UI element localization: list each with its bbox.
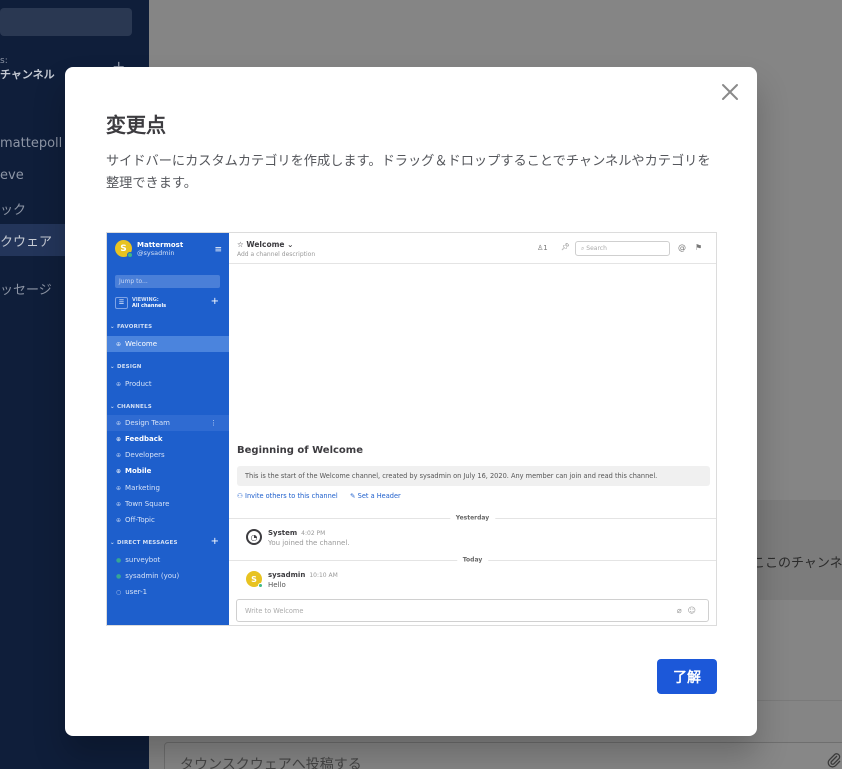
background-sidebar-item-active: クウェア: [0, 235, 53, 250]
preview-section-design: ⌄ DESIGN: [110, 364, 142, 370]
pin-icon: 📌︎: [561, 243, 570, 251]
preview-set-header-link: ✎ Set a Header: [350, 492, 401, 500]
preview-date-separator: Today: [229, 556, 716, 564]
add-member-icon: ⚇: [237, 492, 243, 500]
preview-composer: Write to Welcome ⌀☺: [236, 599, 709, 622]
filter-icon: ☰: [115, 297, 128, 309]
preview-invite-link: ⚇ Invite others to this channel: [237, 492, 338, 500]
preview-viewing: ☰ VIEWING: All channels: [115, 297, 166, 309]
background-sidebar-item: ック: [0, 203, 27, 218]
system-avatar-icon: ◔: [246, 529, 262, 545]
preview-search: ⌕ Search: [575, 241, 670, 256]
whats-new-modal: 変更点 サイドバーにカスタムカテゴリを作成します。ドラッグ＆ドロップすることでチ…: [65, 67, 757, 736]
background-banner-text: ここのチャンネ: [752, 556, 842, 571]
at-mention-icon: @: [678, 243, 686, 252]
preview-viewing-label: VIEWING:: [132, 297, 159, 303]
preview-team-name: Mattermost: [137, 240, 184, 249]
preview-section-favorites: ⌄ FAVORITES: [110, 324, 153, 330]
preview-team-user: @sysadmin: [137, 248, 175, 257]
flag-icon: ⚑: [695, 243, 703, 252]
modal-title: 変更点: [106, 113, 166, 137]
preview-section-direct-messages: ⌄ DIRECT MESSAGES: [110, 540, 178, 546]
preview-channel-item: ⊕ Mobile: [116, 467, 152, 475]
background-category-prefix: s:: [0, 56, 8, 66]
preview-dm-item: ● surveybot: [116, 556, 161, 564]
preview-channel-item: ⊕ Town Square: [116, 500, 170, 508]
plus-icon: +: [210, 296, 219, 307]
preview-team-header: S Mattermost @sysadmin: [115, 240, 184, 258]
preview-user-avatar: S: [246, 571, 263, 588]
preview-channel-item: ⊕ Design Team ⋮: [107, 415, 229, 431]
preview-channel-item: ⊕ Feedback: [116, 435, 163, 443]
preview-member-count: ♙1: [537, 244, 548, 252]
preview-channel-item: ⊕ Welcome: [107, 336, 229, 352]
ok-button[interactable]: 了解: [657, 659, 717, 694]
preview-post: S sysadmin 10:10 AM Hello: [246, 571, 338, 589]
preview-post: ◔ System 4:02 PM You joined the channel.: [246, 529, 350, 547]
preview-channel-description: Add a channel description: [237, 251, 316, 258]
preview-section-channels: ⌄ CHANNELS: [110, 404, 152, 410]
preview-intro-text: This is the start of the Welcome channel…: [237, 466, 710, 486]
preview-avatar: S: [115, 240, 133, 258]
preview-channel-item: ⊕ Off-Topic: [116, 516, 155, 524]
emoji-icon: ⌀☺: [676, 606, 702, 615]
preview-channel-item: ⊕ Marketing: [116, 484, 160, 492]
pencil-icon: ✎: [350, 492, 356, 500]
preview-dm-item: ○ user-1: [116, 588, 148, 596]
background-search-box: [0, 8, 132, 36]
background-sidebar-item: ッセージ: [0, 283, 52, 298]
preview-dm-item: ● sysadmin (you): [116, 572, 180, 580]
background-post-placeholder: タウンスクウェアへ投稿する: [180, 757, 362, 769]
background-sidebar-item: eve: [0, 168, 24, 183]
preview-date-separator: Yesterday: [229, 514, 716, 522]
preview-jump-to: Jump to...: [115, 275, 220, 288]
background-sidebar-item: mattepoll: [0, 136, 63, 151]
preview-channel-view: ☆ Welcome ⌄ Add a channel description ♙1…: [229, 233, 716, 625]
preview-channel-item: ⊕ Developers: [116, 451, 165, 459]
paperclip-icon: [826, 752, 842, 769]
preview-channel-item: ⊕ Product: [116, 380, 152, 388]
modal-description: サイドバーにカスタムカテゴリを作成します。ドラッグ＆ドロップすることでチャンネル…: [106, 154, 711, 191]
feature-preview-image: S Mattermost @sysadmin ≡ Jump to... ☰ VI…: [106, 232, 717, 626]
close-icon[interactable]: [719, 81, 741, 103]
preview-intro-title: Beginning of Welcome: [237, 445, 364, 456]
preview-channel-name: ☆ Welcome ⌄: [237, 240, 294, 249]
hamburger-icon: ≡: [214, 245, 222, 255]
preview-sidebar: S Mattermost @sysadmin ≡ Jump to... ☰ VI…: [107, 233, 229, 625]
preview-viewing-value: All channels: [132, 303, 167, 309]
preview-channel-header: ☆ Welcome ⌄ Add a channel description ♙1…: [229, 233, 716, 264]
plus-icon: +: [210, 536, 219, 547]
background-category-label: チャンネル: [0, 68, 55, 81]
